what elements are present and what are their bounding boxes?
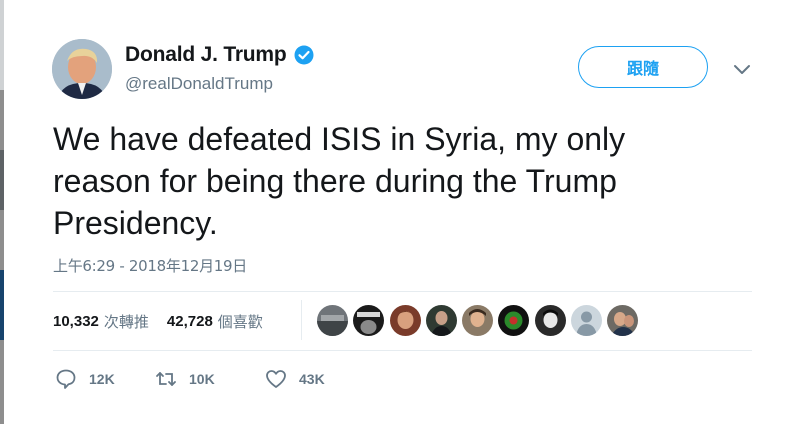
- liker-avatar[interactable]: [607, 305, 639, 336]
- verified-badge-icon: [294, 45, 314, 65]
- retweet-label[interactable]: 次轉推: [104, 311, 149, 332]
- chevron-down-icon[interactable]: [733, 63, 751, 75]
- tweet-line: We have defeated ISIS in Syria, my only: [53, 121, 626, 157]
- reply-button[interactable]: 12K: [55, 368, 155, 390]
- retweet-button[interactable]: 10K: [155, 368, 265, 390]
- liker-avatar[interactable]: [389, 305, 421, 336]
- like-label[interactable]: 個喜歡: [218, 311, 263, 332]
- tweet-actions: 12K 10K 43K: [55, 368, 325, 390]
- tweet-text: We have defeated ISIS in Syria, my only …: [53, 118, 753, 244]
- liker-avatar[interactable]: [353, 305, 385, 336]
- tweet-stats: 10,332 次轉推 42,728 個喜歡: [53, 311, 263, 332]
- like-button[interactable]: 43K: [265, 368, 325, 390]
- heart-icon: [266, 370, 286, 388]
- retweet-icon: [156, 372, 176, 386]
- liker-avatar[interactable]: [317, 305, 348, 336]
- window-edge: [0, 0, 4, 424]
- like-count[interactable]: 42,728: [167, 313, 213, 330]
- liker-avatars: [317, 305, 644, 336]
- liker-avatar[interactable]: [498, 305, 530, 336]
- liker-avatar[interactable]: [425, 305, 457, 336]
- divider: [53, 291, 752, 292]
- stats-separator: [301, 300, 302, 340]
- tweet-line: reason for being there during the Trump: [53, 163, 617, 199]
- like-action-count: 43K: [299, 371, 325, 387]
- author-handle[interactable]: @realDonaldTrump: [125, 74, 273, 94]
- author-avatar[interactable]: [52, 39, 112, 99]
- follow-button[interactable]: 跟隨: [578, 46, 708, 88]
- reply-icon: [56, 369, 76, 389]
- liker-avatar[interactable]: [462, 305, 494, 336]
- author-display-name[interactable]: Donald J. Trump: [125, 43, 287, 67]
- liker-avatar[interactable]: [534, 305, 566, 336]
- retweet-action-count: 10K: [189, 371, 215, 387]
- divider: [53, 350, 752, 351]
- tweet-timestamp[interactable]: 上午6:29 - 2018年12月19日: [53, 255, 247, 276]
- tweet-line: Presidency.: [53, 205, 218, 241]
- reply-count: 12K: [89, 371, 115, 387]
- liker-avatar[interactable]: [571, 305, 603, 336]
- retweet-count[interactable]: 10,332: [53, 313, 99, 330]
